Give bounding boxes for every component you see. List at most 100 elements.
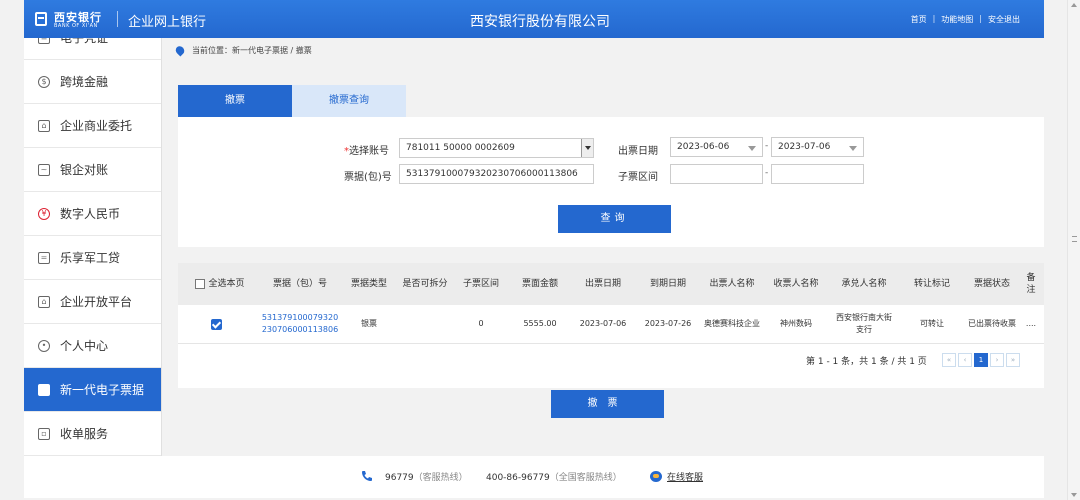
- header-amount: 票面金额: [521, 279, 558, 289]
- pos-icon: ▫: [38, 427, 50, 440]
- sidebar-item-digital-rmb[interactable]: ¥ 数字人民币: [24, 192, 161, 236]
- link-separator: |: [932, 14, 936, 23]
- sidebar: ≡ 电子凭证 $ 跨境金融 ⌂ 企业商业委托 ~ 银企对账 ¥ 数字人民币 = …: [24, 38, 162, 456]
- chevron-down-icon: [748, 146, 756, 151]
- cell-splittable: [400, 305, 450, 343]
- sidebar-item-label: 乐享军工贷: [60, 251, 121, 265]
- sidebar-item-military-loan[interactable]: = 乐享军工贷: [24, 236, 161, 280]
- withdraw-button[interactable]: 撤票: [551, 390, 664, 418]
- company-title: 西安银行股份有限公司: [470, 14, 610, 30]
- row-checkbox-cell[interactable]: [208, 305, 228, 343]
- pager-page-1[interactable]: 1: [974, 353, 988, 367]
- account-label: *选择账号: [344, 146, 389, 157]
- breadcrumb: 当前位置：新一代电子票据 / 撤票: [173, 44, 312, 57]
- online-service-icon: [650, 471, 662, 482]
- bill-no-input[interactable]: 531379100079320230706000113806: [399, 164, 594, 184]
- pager-prev-button[interactable]: ‹: [958, 353, 972, 367]
- header-bill-type: 票据类型: [350, 279, 387, 289]
- sub-range-separator: -: [765, 168, 769, 178]
- cell-acceptor: 西安银行南大街支行: [836, 313, 892, 334]
- cell-sub-range: 0: [478, 319, 484, 328]
- table-header: 全选本页 票据（包）号 票据类型 是否可拆分 子票区间 票面金额 出票日期 到期…: [178, 263, 1044, 305]
- bill-no-link[interactable]: 531379100079320 230706000113806: [258, 305, 342, 343]
- sub-range-to-input[interactable]: [771, 164, 864, 184]
- cell-transfer: 可转让: [920, 319, 944, 328]
- cell-payee: 神州数码: [780, 319, 812, 328]
- date-to-select[interactable]: 2023-07-06: [771, 137, 864, 157]
- sidebar-item-label: 银企对账: [60, 163, 109, 177]
- scroll-down-icon[interactable]: [1071, 493, 1077, 497]
- account-value: 781011 50000 0002609: [406, 143, 515, 153]
- sidebar-item-label: 收单服务: [60, 427, 109, 441]
- query-button[interactable]: 查询: [558, 205, 671, 233]
- sub-range-from-input[interactable]: [670, 164, 763, 184]
- date-separator: -: [765, 141, 769, 151]
- cell-bill-type: 银票: [361, 319, 377, 328]
- header-status: 票据状态: [973, 279, 1010, 289]
- pager-last-button[interactable]: »: [1006, 353, 1020, 367]
- home-link[interactable]: 首页: [911, 14, 927, 25]
- vertical-scrollbar[interactable]: [1067, 0, 1080, 500]
- row-checkbox[interactable]: [211, 318, 222, 330]
- header-transfer: 转让标记: [913, 279, 950, 289]
- pager-next-button[interactable]: ›: [990, 353, 1004, 367]
- sub-range-label: 子票区间: [618, 172, 658, 183]
- sidebar-item-label: 企业开放平台: [60, 295, 133, 309]
- sidebar-item-label: 企业商业委托: [60, 119, 133, 133]
- header-remark: 备注: [1026, 273, 1036, 295]
- sidebar-item-cross-border[interactable]: $ 跨境金融: [24, 60, 161, 104]
- tab-bar: 撤票 撤票查询: [178, 85, 1044, 117]
- rmb-icon: ¥: [38, 207, 50, 220]
- receipt-icon: ≡: [38, 38, 50, 44]
- sidebar-item-label: 跨境金融: [60, 75, 109, 89]
- select-all-checkbox[interactable]: [195, 279, 206, 289]
- national-hotline: 400-86-96779（全国客服热线）: [486, 473, 622, 483]
- sidebar-item-reconciliation[interactable]: ~ 银企对账: [24, 148, 161, 192]
- issue-date-label: 出票日期: [618, 146, 658, 157]
- sidebar-item-acquiring[interactable]: ▫ 收单服务: [24, 412, 161, 456]
- location-pin-icon: [173, 44, 187, 57]
- hotline: 96779（客服热线）: [385, 473, 468, 483]
- ledger-icon: ~: [38, 163, 50, 176]
- pager-first-button[interactable]: «: [942, 353, 956, 367]
- breadcrumb-text: 当前位置：新一代电子票据 / 撤票: [192, 46, 312, 55]
- bank-logo-icon: [35, 12, 47, 26]
- chevron-down-icon: [849, 146, 857, 151]
- top-links: 首页 | 功能地图 | 安全退出: [911, 14, 1020, 25]
- footer: 96779（客服热线） 400-86-96779（全国客服热线） 在线客服: [24, 456, 1044, 498]
- pager-summary: 第 1 - 1 条，共 1 条 / 共 1 页: [806, 357, 927, 367]
- scroll-grip-icon[interactable]: [1072, 236, 1077, 242]
- scroll-up-icon[interactable]: [1071, 3, 1077, 7]
- tab-withdraw-query[interactable]: 撤票查询: [292, 85, 406, 117]
- function-map-link[interactable]: 功能地图: [941, 14, 973, 25]
- date-from-select[interactable]: 2023-06-06: [670, 137, 763, 157]
- sidebar-item-label: 个人中心: [60, 339, 109, 353]
- user-icon: •: [38, 339, 50, 352]
- logo-divider: [117, 11, 118, 27]
- sidebar-item-commercial-entrust[interactable]: ⌂ 企业商业委托: [24, 104, 161, 148]
- select-all-header[interactable]: 全选本页: [190, 263, 250, 305]
- bill-no-label: 票据(包)号: [344, 172, 392, 183]
- query-form: *选择账号 781011 50000 0002609 出票日期 2023-06-…: [178, 117, 1044, 247]
- sidebar-item-e-bill[interactable]: 新一代电子票据: [24, 368, 161, 412]
- result-table: 全选本页 票据（包）号 票据类型 是否可拆分 子票区间 票面金额 出票日期 到期…: [178, 263, 1044, 388]
- tab-withdraw[interactable]: 撤票: [178, 85, 292, 117]
- header-bill-no: 票据（包）号: [272, 279, 327, 289]
- cell-status: 已出票待收票: [968, 319, 1016, 328]
- header-drawer: 出票人名称: [709, 279, 755, 289]
- bill-icon: [38, 383, 50, 396]
- phone-icon: [362, 471, 372, 481]
- portal-title: 企业网上银行: [128, 15, 207, 30]
- sidebar-item-e-voucher[interactable]: ≡ 电子凭证: [24, 38, 161, 60]
- row-divider: [178, 343, 1044, 344]
- dropdown-arrow-icon[interactable]: [581, 139, 593, 157]
- online-service-link[interactable]: 在线客服: [667, 470, 703, 483]
- date-from-value: 2023-06-06: [677, 142, 730, 152]
- link-separator: |: [979, 14, 982, 23]
- sidebar-item-personal-center[interactable]: • 个人中心: [24, 324, 161, 368]
- card-icon: =: [38, 251, 50, 264]
- sidebar-item-open-platform[interactable]: ⌂ 企业开放平台: [24, 280, 161, 324]
- cell-drawer: 奥德赛科技企业: [704, 319, 760, 328]
- logout-link[interactable]: 安全退出: [988, 14, 1020, 25]
- account-select[interactable]: 781011 50000 0002609: [399, 138, 594, 158]
